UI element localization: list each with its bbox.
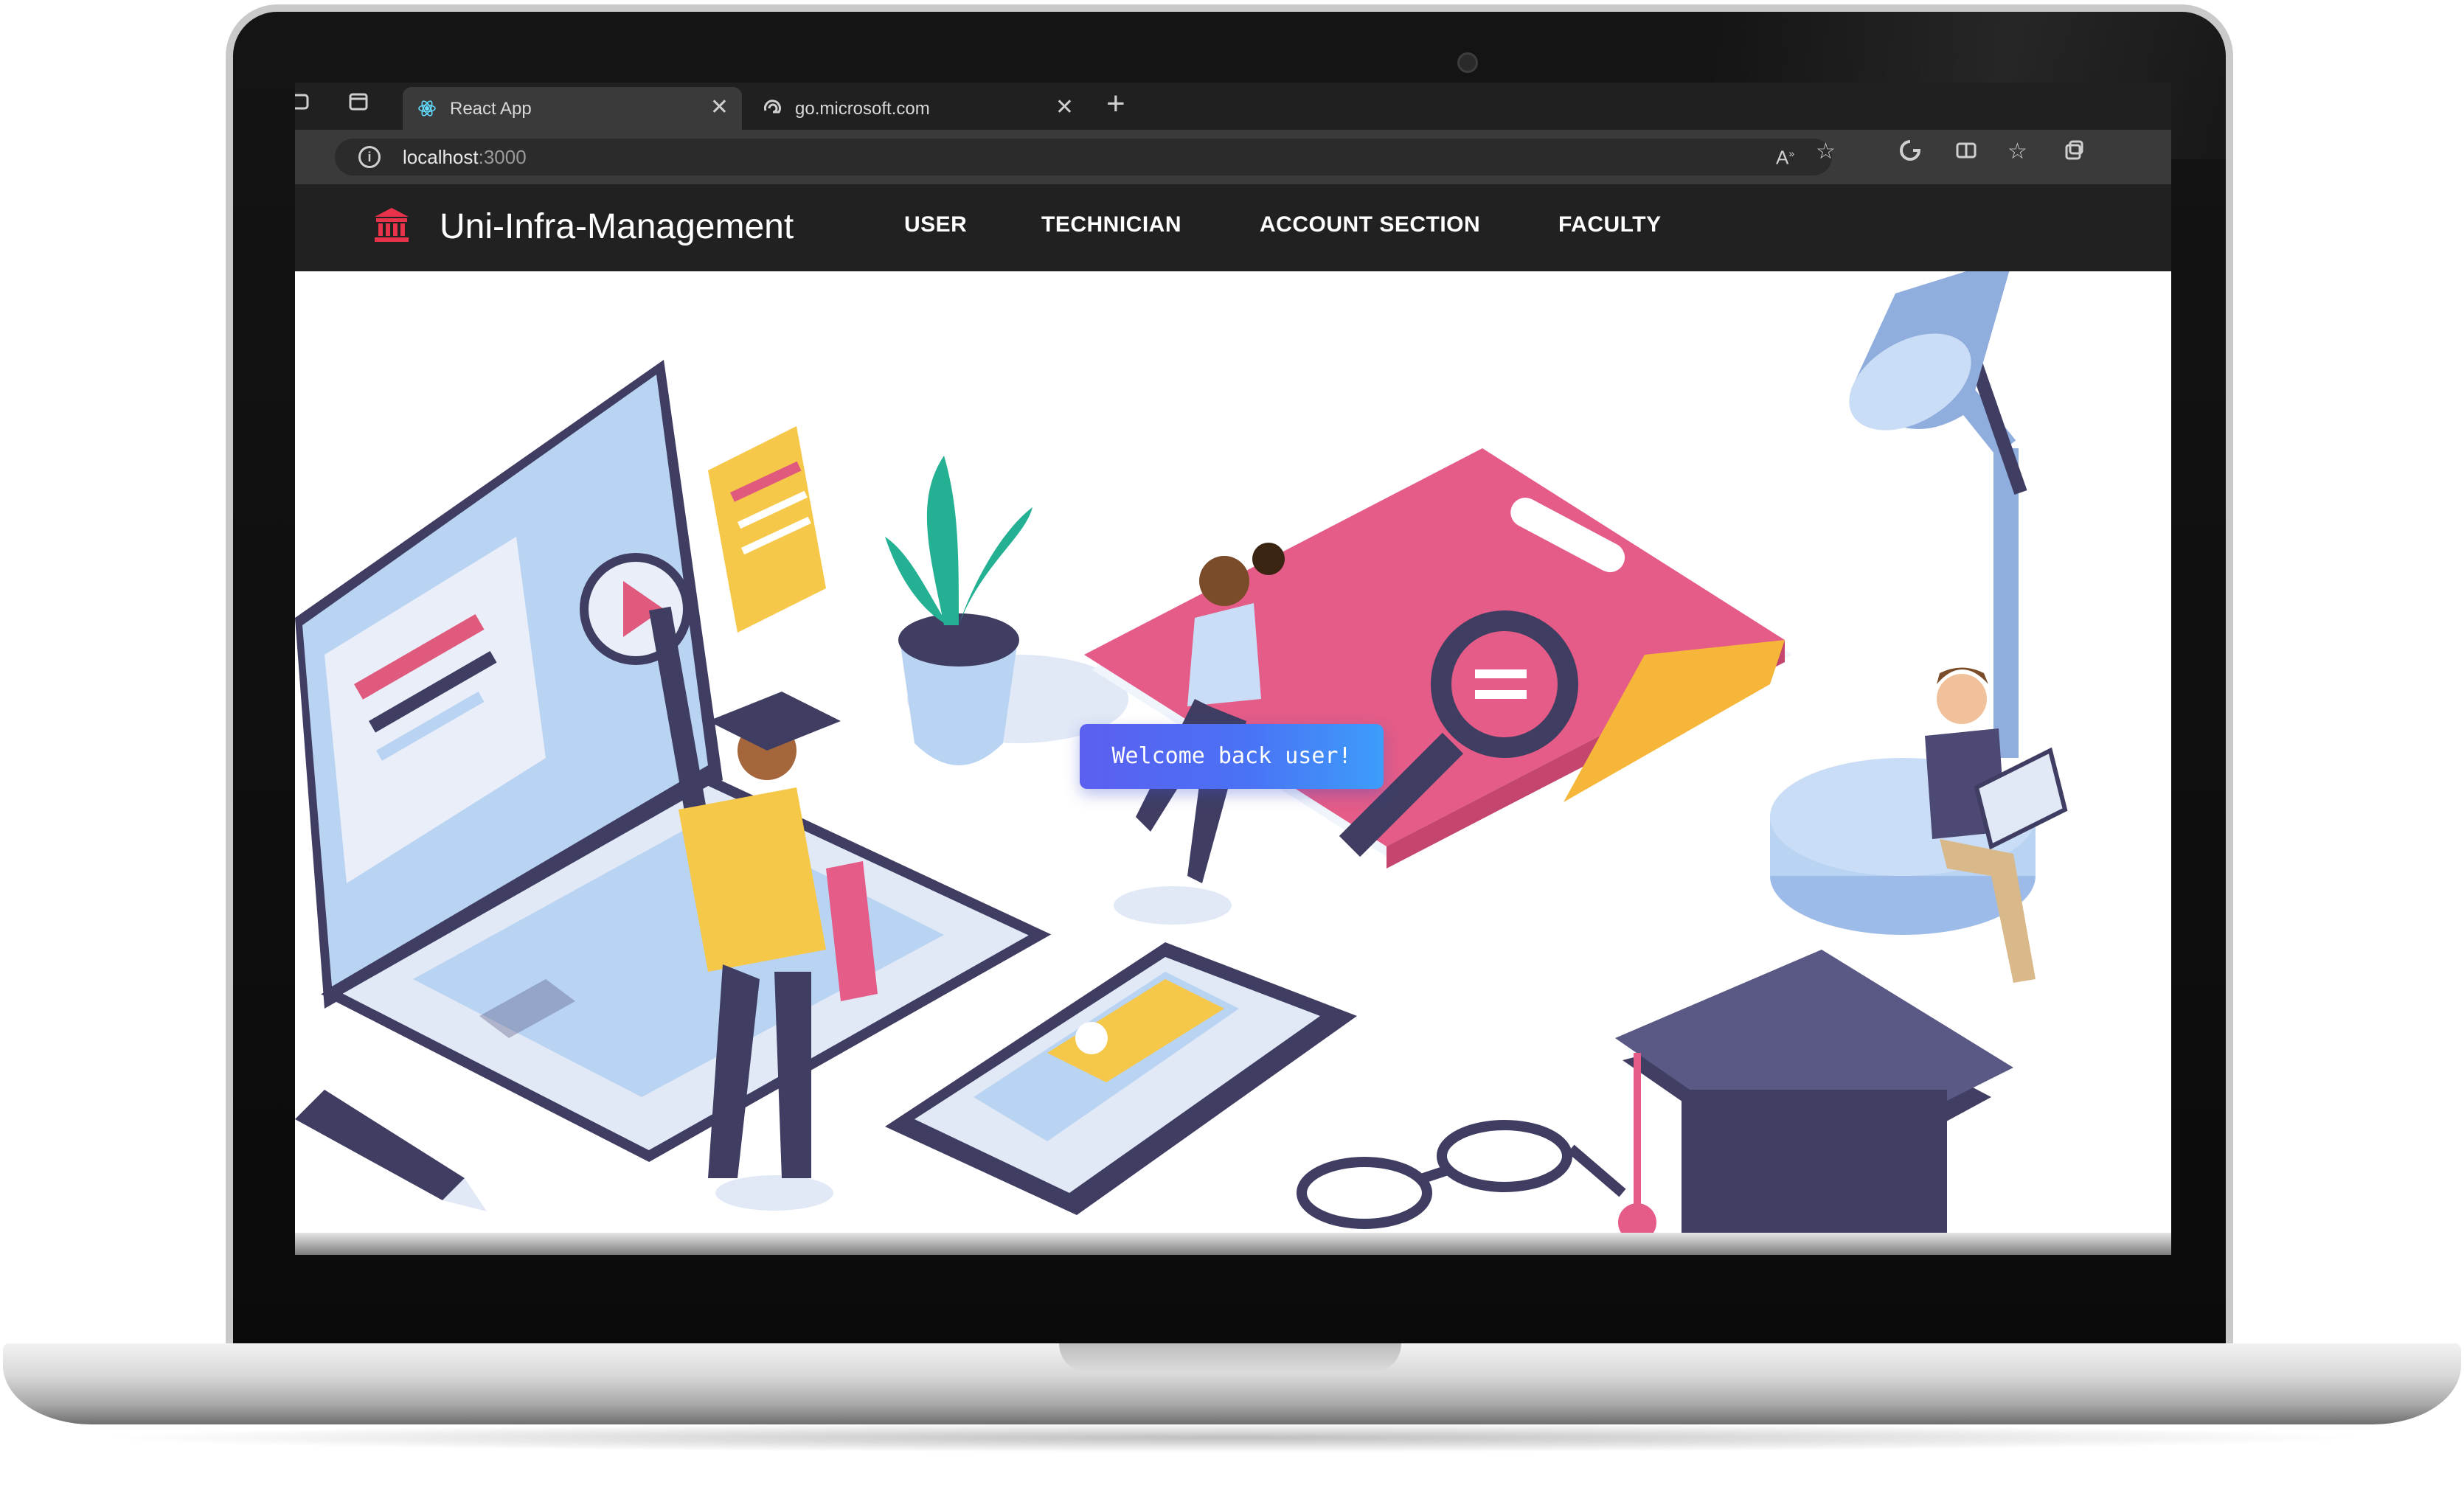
tab-react-app[interactable]: React App ✕ [403, 87, 742, 130]
copilot-icon[interactable] [1898, 139, 1922, 169]
tab-title: React App [450, 99, 532, 119]
new-tab-icon[interactable]: + [1106, 86, 1125, 122]
browser-tab-strip: React App ✕ go.microsoft.com ✕ + [295, 83, 2171, 130]
collections-icon[interactable] [2062, 139, 2086, 169]
close-icon[interactable]: ✕ [710, 94, 729, 120]
page-bottom-edge [295, 1233, 2171, 1255]
laptop-opening-notch [1059, 1343, 1401, 1373]
laptop-shadow [89, 1423, 2375, 1452]
workspaces-icon[interactable] [342, 90, 375, 122]
nav-link-user[interactable]: USER [904, 212, 967, 237]
react-favicon [418, 100, 436, 116]
illustration-book [1084, 448, 1792, 869]
nav-link-account-section[interactable]: ACCOUNT SECTION [1260, 212, 1480, 237]
brand-title[interactable]: Uni-Infra-Management [440, 206, 794, 247]
favorites-icon[interactable]: ☆ [2007, 139, 2027, 165]
edge-favicon [763, 100, 781, 114]
illustration-glasses [1297, 1120, 1626, 1229]
hero-illustration: Welcome back user! [295, 257, 2171, 1255]
info-icon[interactable]: i [358, 146, 381, 168]
illustration-plant [885, 456, 1128, 765]
welcome-toast[interactable]: Welcome back user! [1080, 724, 1384, 789]
laptop-screen: React App ✕ go.microsoft.com ✕ + i local… [295, 83, 2171, 1255]
illustration-laptop [295, 360, 1052, 1162]
read-aloud-icon[interactable]: A» [1776, 140, 1794, 171]
url-port: :3000 [478, 146, 527, 168]
tab-go-microsoft[interactable]: go.microsoft.com ✕ [748, 87, 1087, 130]
browser-address-row: i localhost:3000 A» ☆ ☆ [295, 130, 2171, 184]
tab-actions-icon[interactable] [295, 90, 317, 122]
webcam-icon [1457, 52, 1478, 73]
university-building-icon [375, 208, 409, 242]
tab-title: go.microsoft.com [795, 99, 930, 119]
illustration-graduation-cap [1615, 950, 2013, 1255]
nav-link-technician[interactable]: TECHNICIAN [1041, 212, 1181, 237]
address-bar[interactable]: i localhost:3000 [335, 139, 1832, 175]
favorite-star-icon[interactable]: ☆ [1816, 139, 1836, 165]
address-url[interactable]: localhost:3000 [403, 146, 527, 169]
url-host: localhost [403, 146, 479, 168]
close-icon[interactable]: ✕ [1055, 94, 1074, 120]
split-screen-icon[interactable] [1954, 139, 1978, 169]
nav-link-faculty[interactable]: FACULTY [1558, 212, 1662, 237]
app-navbar: Uni-Infra-Management USER TECHNICIAN ACC… [295, 184, 2171, 271]
